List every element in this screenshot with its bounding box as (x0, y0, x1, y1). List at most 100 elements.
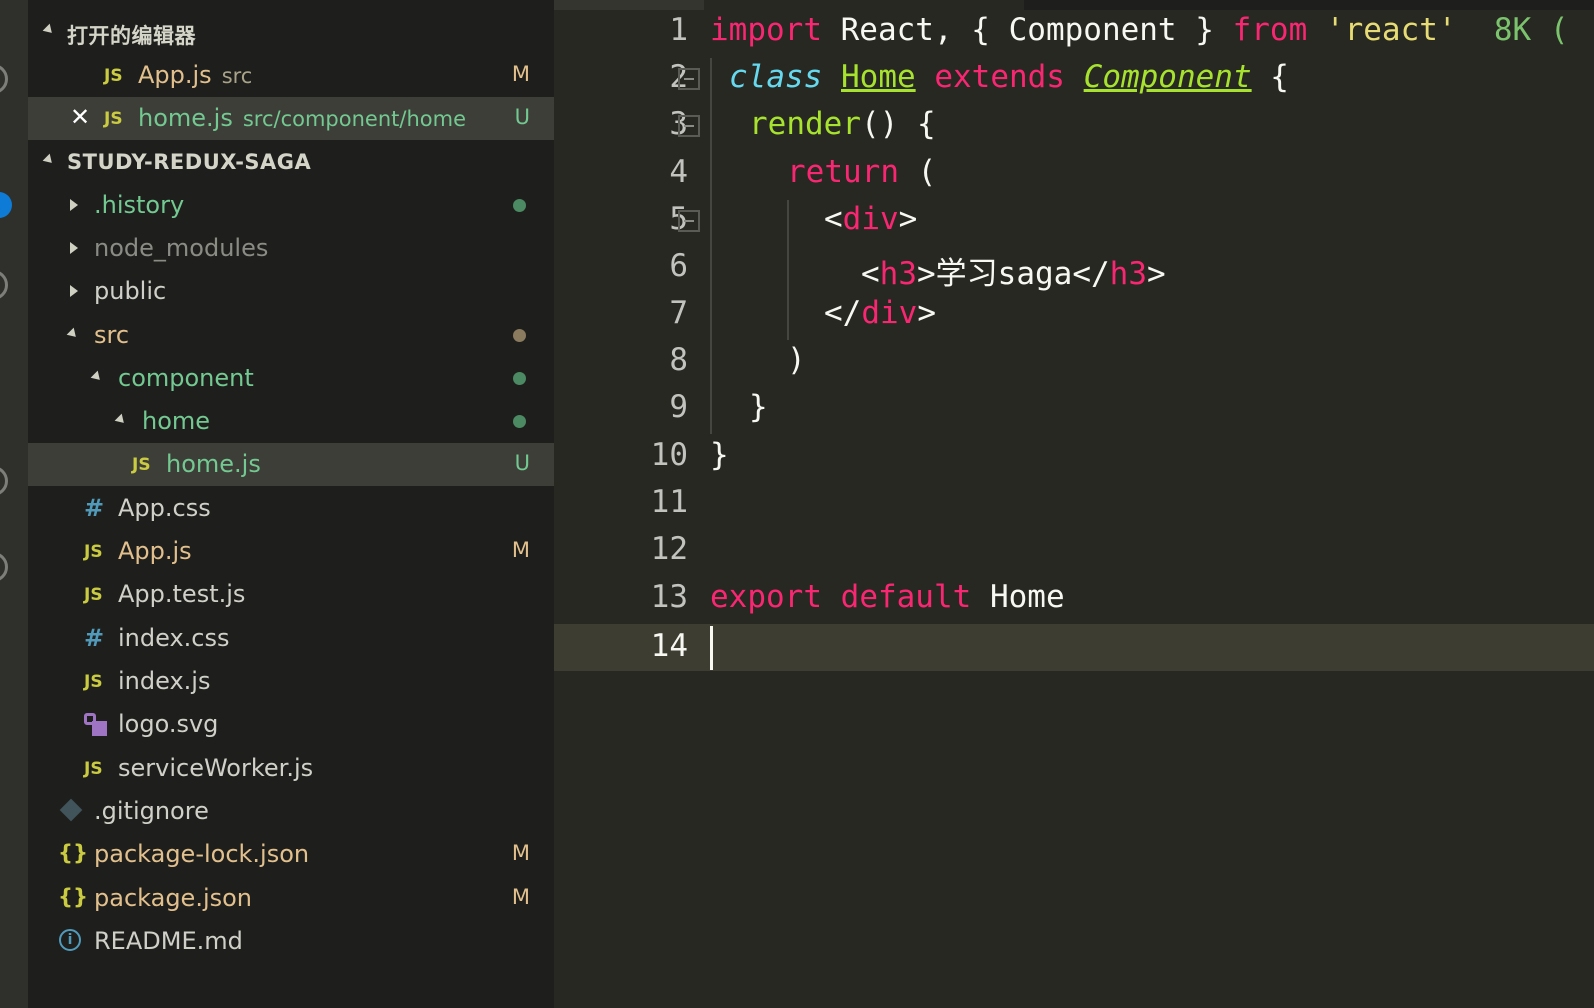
tree-item-src[interactable]: src (28, 314, 554, 357)
line-number: 14 (650, 628, 688, 664)
open-editor-item-home-js[interactable]: ✕ JS home.js src/component/home U (28, 97, 554, 140)
close-icon[interactable]: ✕ (70, 103, 90, 131)
tree-item-app-css[interactable]: # App.css (28, 487, 554, 530)
line-number: 8 (669, 342, 688, 378)
git-status-badge: U (514, 105, 530, 129)
tree-item-service-worker-js[interactable]: JS serviceWorker.js (28, 747, 554, 790)
super-class-name: Component (1083, 59, 1252, 95)
tree-item-app-js[interactable]: JS App.js M (28, 530, 554, 573)
tree-item-label: .history (94, 191, 185, 219)
tree-item-history[interactable]: .history (28, 184, 554, 227)
project-title: STUDY-REDUX-SAGA (67, 150, 312, 174)
code-line-2[interactable]: 2 class Home extends Component { (554, 55, 1594, 102)
javascript-icon: JS (84, 585, 103, 605)
class-name: Home (841, 59, 916, 95)
keyword-import: import (710, 12, 822, 48)
code-line-13[interactable]: 13 export default Home (554, 575, 1594, 622)
chevron-right-icon (70, 242, 78, 254)
debug-icon[interactable] (0, 466, 8, 496)
git-untracked-dot (513, 199, 526, 212)
notification-badge-icon[interactable] (0, 192, 12, 218)
tree-item-label: node_modules (94, 234, 269, 262)
css-icon: # (84, 494, 105, 522)
javascript-icon: JS (104, 109, 123, 129)
tree-item-logo-svg[interactable]: logo.svg (28, 703, 554, 746)
explorer-icon[interactable] (0, 64, 8, 94)
tree-item-label: src (94, 321, 130, 349)
tree-item-label: App.test.js (118, 580, 246, 608)
jsx-text: >学习saga</ (917, 256, 1110, 292)
code-line-6[interactable]: 6 <h3>学习saga</h3> (554, 244, 1594, 292)
extensions-icon[interactable] (0, 552, 8, 582)
punctuation: < (824, 201, 843, 237)
project-header[interactable]: STUDY-REDUX-SAGA (28, 142, 554, 182)
tree-item-label: home.js (166, 450, 261, 478)
tree-item-package-json[interactable]: {} package.json M (28, 877, 554, 920)
tree-item-label: App.js (118, 537, 192, 565)
open-editor-label: App.js src (138, 61, 253, 89)
keyword-class: class (729, 59, 823, 95)
css-icon: # (84, 624, 105, 652)
tree-item-gitignore[interactable]: .gitignore (28, 790, 554, 833)
code-line-7[interactable]: 7 </div> (554, 291, 1594, 338)
code-line-4[interactable]: 4 return ( (554, 150, 1594, 197)
code-line-9[interactable]: 9 } (554, 385, 1594, 432)
punctuation: } (749, 389, 768, 425)
git-status-badge: U (514, 451, 530, 475)
keyword-export: export (710, 579, 822, 615)
code-line-12[interactable]: 12 (554, 527, 1594, 574)
tree-item-node-modules[interactable]: node_modules (28, 227, 554, 270)
line-number: 11 (650, 484, 688, 520)
tree-item-home-js[interactable]: JS home.js U (28, 443, 554, 486)
open-editor-path: src (221, 64, 253, 88)
tree-item-component[interactable]: component (28, 357, 554, 400)
chevron-down-icon (90, 370, 104, 384)
tree-item-index-js[interactable]: JS index.js (28, 660, 554, 703)
fold-icon[interactable] (678, 115, 700, 137)
tree-item-home[interactable]: home (28, 400, 554, 443)
code-editor[interactable]: 1 import React, { Component } from 'reac… (554, 0, 1594, 1008)
fold-icon[interactable] (678, 210, 700, 232)
chevron-down-icon (42, 23, 56, 37)
line-number: 7 (669, 295, 688, 331)
code-line-8[interactable]: 8 ) (554, 338, 1594, 385)
punctuation: () { (860, 106, 936, 142)
punctuation: ( (898, 154, 937, 190)
line-number: 4 (669, 154, 688, 190)
tree-item-index-css[interactable]: # index.css (28, 617, 554, 660)
source-control-icon[interactable] (0, 270, 8, 300)
brace: { (1251, 59, 1289, 95)
git-icon (59, 798, 83, 822)
git-status-badge: M (511, 62, 530, 86)
git-modified-dot (513, 329, 526, 342)
line-number: 1 (669, 12, 688, 48)
open-editor-item-app-js[interactable]: JS App.js src M (28, 54, 554, 97)
git-status-badge: M (511, 841, 530, 865)
tree-item-label: package.json (94, 884, 253, 912)
open-editors-title: 打开的编辑器 (67, 24, 196, 48)
code-line-11[interactable]: 11 (554, 480, 1594, 527)
tree-item-package-lock-json[interactable]: {} package-lock.json M (28, 833, 554, 876)
code-line-1[interactable]: 1 import React, { Component } from 'reac… (554, 8, 1594, 55)
tree-item-public[interactable]: public (28, 270, 554, 313)
keyword-return: return (787, 154, 899, 190)
tree-item-label: index.js (118, 667, 211, 695)
json-icon: {} (58, 841, 88, 865)
tree-item-readme-md[interactable]: i README.md (28, 920, 554, 963)
code-line-5[interactable]: 5 <div> (554, 197, 1594, 244)
javascript-icon: JS (84, 672, 103, 692)
javascript-icon: JS (84, 759, 103, 779)
punctuation: ) (787, 342, 806, 378)
explorer-sidebar: 打开的编辑器 JS App.js src M ✕ JS home.js src/co… (28, 0, 554, 1008)
javascript-icon: JS (84, 542, 103, 562)
code-line-3[interactable]: 3 render() { (554, 102, 1594, 149)
code-line-10[interactable]: 10 } (554, 433, 1594, 480)
tree-item-label: serviceWorker.js (118, 754, 314, 782)
chevron-right-icon (70, 285, 78, 297)
tree-item-label: App.css (118, 494, 211, 522)
tree-item-app-test-js[interactable]: JS App.test.js (28, 573, 554, 616)
open-editors-header[interactable]: 打开的编辑器 (28, 12, 554, 52)
import-cost-hint: 8K ( (1456, 12, 1569, 48)
punctuation: > (1146, 256, 1166, 292)
fold-icon[interactable] (678, 68, 700, 90)
